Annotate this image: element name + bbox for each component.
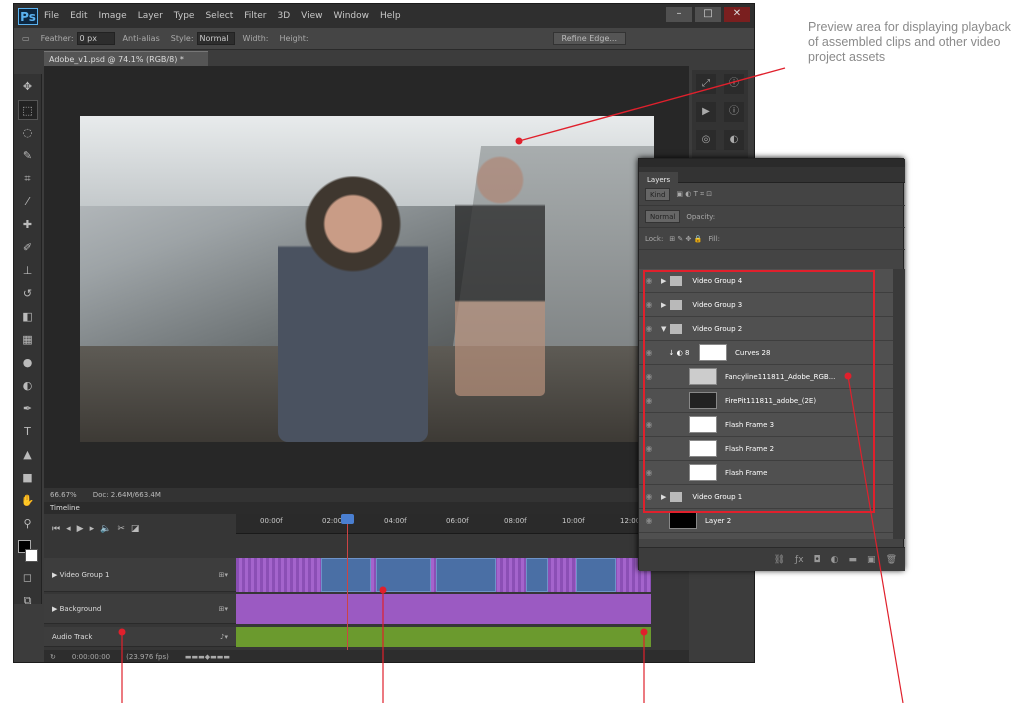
callout-line-layers — [847, 375, 904, 703]
callout-lines — [118, 67, 904, 703]
callout-dot-clips — [379, 586, 387, 594]
callout-dot-track-header — [118, 628, 126, 636]
callout-dot-layers — [844, 372, 852, 380]
callout-dot-audio — [640, 628, 648, 636]
callout-dot-preview — [515, 137, 523, 145]
callout-line-preview — [518, 67, 786, 142]
